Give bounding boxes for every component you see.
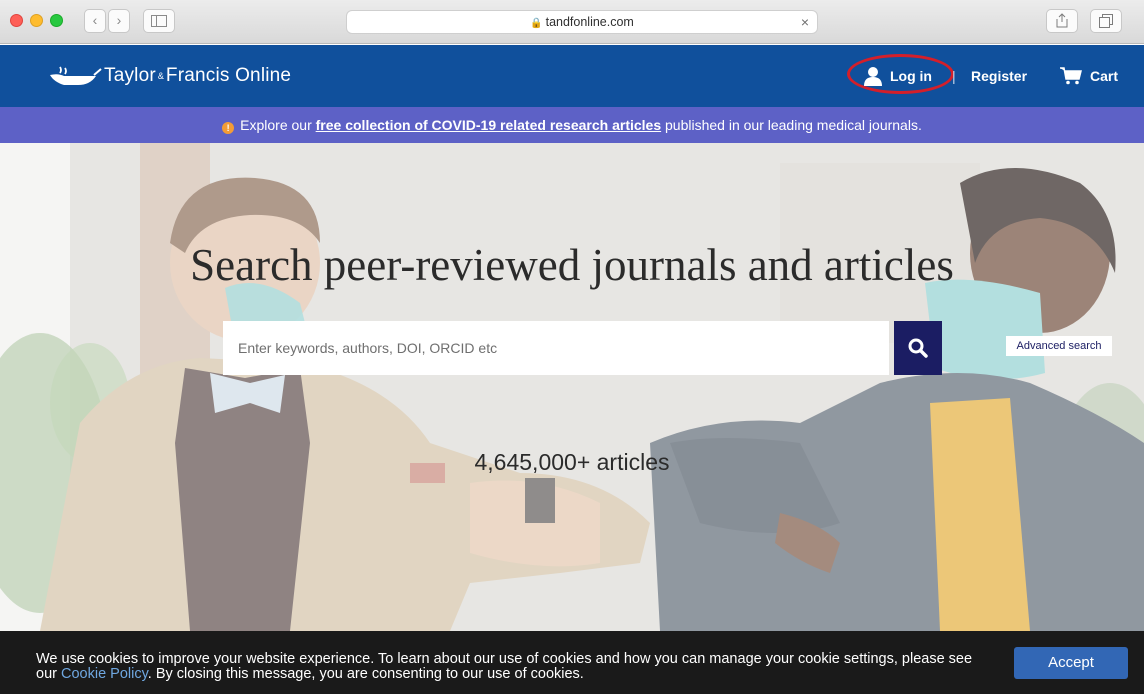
back-icon[interactable]: ‹ [84,9,106,33]
share-icon[interactable] [1046,9,1078,33]
cookie-message: We use cookies to improve your website e… [36,652,996,682]
banner-suffix: published in our leading medical journal… [661,117,922,133]
cookie-bar: We use cookies to improve your website e… [0,631,1144,694]
hero-background-photo [0,143,1144,631]
tabs-icon[interactable] [1090,9,1122,33]
search-button[interactable] [894,321,942,375]
forward-icon[interactable]: › [108,9,130,33]
register-link[interactable]: Register [971,45,1027,107]
zoom-window-button[interactable] [50,14,63,27]
search-icon [908,338,928,358]
site-logo[interactable]: Taylor & Francis Online [48,63,291,89]
clear-icon[interactable]: × [801,11,809,33]
lock-icon: 🔒 [530,18,543,29]
cart-label: Cart [1090,68,1119,84]
hero-section: Search peer-reviewed journals and articl… [0,143,1144,631]
banner-prefix: Explore our [240,117,316,133]
sidebar-icon[interactable] [143,9,175,33]
search-input[interactable] [223,321,889,375]
cart-link[interactable]: Cart [1060,45,1118,107]
advanced-search-link[interactable]: Advanced search [1006,336,1112,356]
logo-ampersand: & [157,71,164,81]
logo-lamp-icon [50,66,102,85]
nav-separator: | [952,68,956,84]
logo-text-francis: Francis Online [165,65,292,86]
article-count: 4,645,000+ articles [474,449,670,475]
cookie-policy-link[interactable]: Cookie Policy [61,666,148,682]
address-url: tandfonline.com [545,15,634,29]
covid-collection-link[interactable]: free collection of COVID-19 related rese… [316,117,661,133]
address-bar[interactable]: 🔒 tandfonline.com × [346,10,818,34]
hero-title: Search peer-reviewed journals and articl… [190,240,954,290]
accept-cookies-button[interactable]: Accept [1014,647,1128,679]
login-link[interactable]: Log in [864,45,932,107]
minimize-window-button[interactable] [30,14,43,27]
site-header: Taylor & Francis Online Log in | Registe… [0,45,1144,107]
register-label: Register [971,68,1028,84]
cart-icon [1060,67,1082,85]
browser-toolbar: ‹ › 🔒 tandfonline.com × [0,0,1144,44]
user-icon [864,67,882,86]
covid-banner: ! Explore our free collection of COVID-19… [0,107,1144,143]
cookie-text-after: . By closing this message, you are conse… [147,666,584,682]
close-window-button[interactable] [10,14,23,27]
login-label: Log in [890,68,932,84]
logo-text-taylor: Taylor [104,65,156,86]
warning-icon: ! [222,122,235,134]
